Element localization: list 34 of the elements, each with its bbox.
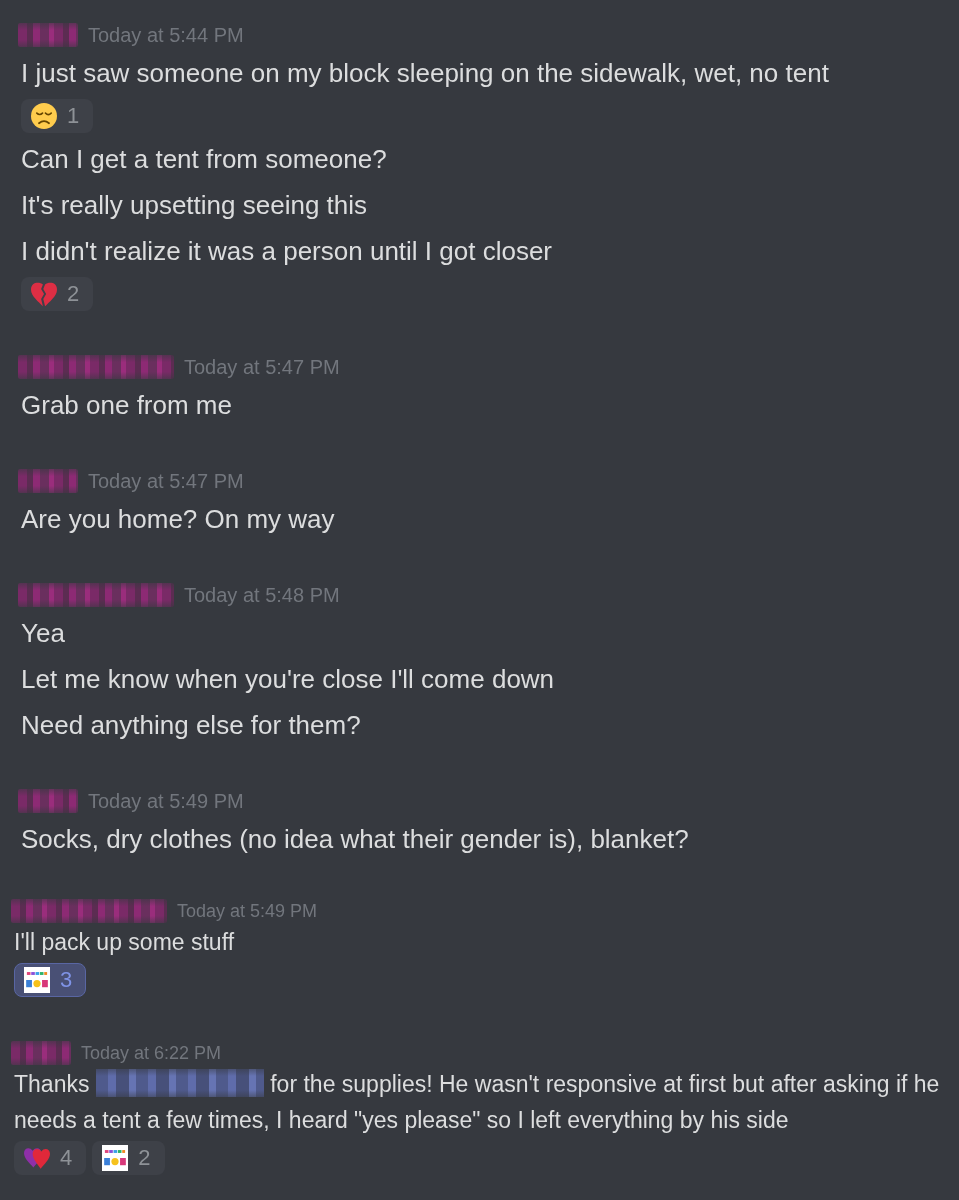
sticker-icon [102, 1145, 129, 1171]
timestamp: Today at 5:49 PM [177, 899, 318, 923]
timestamp: Today at 5:47 PM [184, 355, 340, 380]
pixelated-username [18, 789, 78, 813]
message-text: I just saw someone on my block sleeping on the sidewalk, wet, no tent [21, 57, 830, 90]
pixelated-username [18, 469, 78, 493]
reaction-button[interactable]: 4 [14, 1141, 87, 1175]
pixelated-mention[interactable] [95, 1069, 264, 1097]
message-text: I'll pack up some stuff [14, 928, 236, 957]
message-text: Socks, dry clothes (no idea what their gender is), blanket? [21, 823, 690, 856]
reaction-button[interactable]: 2 [21, 277, 94, 311]
pixelated-username [18, 23, 78, 47]
message-text: Can I get a tent from someone? [21, 143, 388, 176]
timestamp: Today at 5:44 PM [88, 23, 244, 48]
message-text: Thanks for the supplies! He wasn't responsive at first but after asking if he needs a tent a few times, I heard "yes please" so I left everything by his side [14, 1068, 941, 1135]
timestamp: Today at 5:47 PM [88, 469, 244, 494]
message-text: Let me know when you're close I'll come down [21, 663, 556, 696]
message-text: Need anything else for them? [21, 709, 362, 742]
timestamp: Today at 5:49 PM [88, 789, 244, 814]
reaction-button[interactable]: 2 [92, 1141, 165, 1175]
timestamp: Today at 6:22 PM [81, 1041, 222, 1065]
sticker-icon [24, 967, 50, 993]
sad-face-icon [31, 103, 57, 129]
message-text: It's really upsetting seeing this [21, 189, 369, 222]
broken-heart-icon [31, 281, 57, 307]
message-text: Grab one from me [21, 389, 233, 422]
timestamp: Today at 5:48 PM [184, 583, 340, 608]
reaction-button[interactable]: 1 [21, 99, 94, 133]
message-text: Are you home? On my way [21, 503, 336, 536]
reaction-button[interactable]: 3 [14, 963, 87, 997]
pixelated-username [11, 1041, 71, 1065]
message-text: Yea [21, 617, 66, 650]
message-text: I didn't realize it was a person until I got closer [21, 235, 553, 268]
hearts-icon [24, 1145, 50, 1171]
